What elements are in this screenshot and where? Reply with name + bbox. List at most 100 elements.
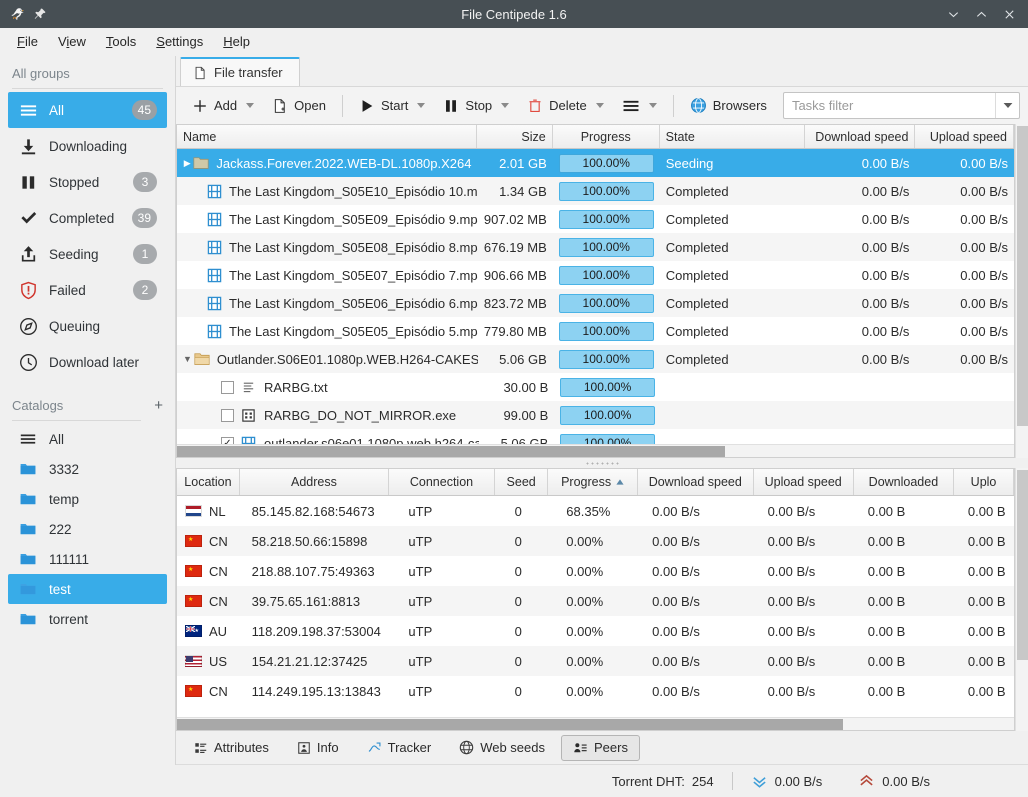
- expand-collapse-icon[interactable]: ▶: [183, 158, 191, 169]
- delete-button[interactable]: Delete: [519, 92, 612, 120]
- sidebar-item-seeding[interactable]: Seeding 1: [8, 236, 167, 272]
- column-header-progress-label: Progress: [561, 475, 612, 489]
- menu-tools[interactable]: Tools: [97, 30, 145, 53]
- menu-settings[interactable]: Settings: [147, 30, 212, 53]
- scrollbar-thumb[interactable]: [177, 719, 843, 730]
- expand-collapse-icon[interactable]: ▼: [183, 354, 192, 364]
- table-row[interactable]: ★ CN 114.249.195.13:13843 uTP 0 0.00% 0.…: [177, 676, 1014, 706]
- add-catalog-button[interactable]: +: [154, 398, 163, 413]
- tab-tracker[interactable]: Tracker: [355, 735, 444, 761]
- stop-button[interactable]: Stop: [435, 92, 517, 120]
- sidebar-item-all[interactable]: All 45: [8, 92, 167, 128]
- column-header-downloaded[interactable]: Downloaded: [854, 469, 955, 495]
- maximize-button[interactable]: [968, 2, 994, 26]
- column-header-location[interactable]: Location: [177, 469, 240, 495]
- table-row[interactable]: ★ CN 39.75.65.161:8813 uTP 0 0.00% 0.00 …: [177, 586, 1014, 616]
- column-header-download-speed[interactable]: Download speed: [638, 469, 754, 495]
- table-row[interactable]: US 154.21.21.12:37425 uTP 0 0.00% 0.00 B…: [177, 646, 1014, 676]
- table-row[interactable]: RARBG_DO_NOT_MIRROR.exe 99.00 B 100.00%: [177, 401, 1014, 429]
- add-button[interactable]: Add: [184, 92, 262, 120]
- catalog-item-111111[interactable]: 111111: [8, 544, 167, 574]
- peers-horizontal-scrollbar[interactable]: [177, 717, 1014, 730]
- search-input[interactable]: [783, 93, 995, 118]
- catalog-item-3332[interactable]: 3332: [8, 454, 167, 484]
- sidebar-item-downloading[interactable]: Downloading: [8, 128, 167, 164]
- pin-icon[interactable]: [32, 7, 47, 22]
- dht-label: Torrent DHT:: [611, 773, 685, 789]
- table-row[interactable]: RARBG.txt 30.00 B 100.00%: [177, 373, 1014, 401]
- catalog-item-label: torrent: [49, 611, 89, 627]
- more-menu-button[interactable]: [614, 92, 665, 120]
- table-row[interactable]: ★ CN 58.218.50.66:15898 uTP 0 0.00% 0.00…: [177, 526, 1014, 556]
- close-button[interactable]: [996, 2, 1022, 26]
- transfers-table-header: Name Size Progress State Download speed …: [177, 125, 1014, 149]
- peers-vertical-scrollbar[interactable]: [1015, 468, 1028, 731]
- tab-file-transfer[interactable]: File transfer: [180, 57, 300, 86]
- scrollbar-thumb[interactable]: [1017, 470, 1028, 660]
- chevron-down-icon[interactable]: [246, 103, 255, 108]
- column-header-upload-speed[interactable]: Upload speed: [754, 469, 854, 495]
- chevron-down-icon[interactable]: [417, 103, 426, 108]
- scrollbar-thumb[interactable]: [1017, 126, 1028, 426]
- tasks-filter[interactable]: [782, 92, 1020, 119]
- column-header-size[interactable]: Size: [477, 125, 553, 148]
- column-header-seed[interactable]: Seed: [495, 469, 549, 495]
- scrollbar-thumb[interactable]: [177, 446, 725, 457]
- column-header-upload-speed[interactable]: Upload speed: [915, 125, 1014, 148]
- menu-view[interactable]: View: [49, 30, 95, 53]
- catalog-item-test[interactable]: test: [8, 574, 167, 604]
- column-header-uploaded[interactable]: Uplo: [954, 469, 1015, 495]
- column-header-download-speed[interactable]: Download speed: [805, 125, 916, 148]
- table-row[interactable]: The Last Kingdom_S05E06_Episódio 6.mp4 8…: [177, 289, 1014, 317]
- start-button[interactable]: Start: [351, 92, 433, 120]
- menu-help[interactable]: Help: [214, 30, 259, 53]
- catalog-item-222[interactable]: 222: [8, 514, 167, 544]
- table-row[interactable]: ★ CN 218.88.107.75:49363 uTP 0 0.00% 0.0…: [177, 556, 1014, 586]
- tab-peers[interactable]: Peers: [560, 734, 640, 761]
- column-header-address[interactable]: Address: [240, 469, 389, 495]
- chevron-down-icon[interactable]: [648, 103, 657, 108]
- peer-upload-speed: 0.00 B/s: [767, 683, 816, 699]
- table-row[interactable]: ★ AU 118.209.198.37:53004 uTP 0 0.00% 0.…: [177, 616, 1014, 646]
- table-row[interactable]: ▼ Outlander.S06E01.1080p.WEB.H264-CAKES[…: [177, 345, 1014, 373]
- sidebar-item-queuing[interactable]: Queuing: [8, 308, 167, 344]
- minimize-button[interactable]: [940, 2, 966, 26]
- file-checkbox[interactable]: ✓: [221, 436, 234, 444]
- file-checkbox[interactable]: [221, 408, 234, 422]
- chevron-down-icon[interactable]: [501, 103, 510, 108]
- catalog-item-all[interactable]: All: [8, 424, 167, 454]
- menu-file[interactable]: FFileile: [8, 30, 47, 53]
- table-row[interactable]: ✓ outlander.s06e01.1080p.web.h264-ca… 5.…: [177, 429, 1014, 444]
- sidebar-item-failed[interactable]: Failed 2: [8, 272, 167, 308]
- transfers-horizontal-scrollbar[interactable]: [177, 444, 1014, 457]
- sidebar-item-stopped[interactable]: Stopped 3: [8, 164, 167, 200]
- column-header-progress[interactable]: Progress: [548, 469, 638, 495]
- browsers-button[interactable]: Browsers: [682, 92, 775, 120]
- chevron-down-icon[interactable]: [595, 103, 604, 108]
- table-row[interactable]: The Last Kingdom_S05E05_Episódio 5.mp4 7…: [177, 317, 1014, 345]
- column-header-progress[interactable]: Progress: [553, 125, 660, 148]
- catalog-item-temp[interactable]: temp: [8, 484, 167, 514]
- tab-attributes[interactable]: Attributes: [182, 735, 281, 761]
- tab-info[interactable]: Info: [285, 735, 351, 761]
- transfers-vertical-scrollbar[interactable]: [1015, 124, 1028, 458]
- sidebar-item-completed[interactable]: Completed 39: [8, 200, 167, 236]
- seed-count: 0: [514, 533, 522, 549]
- table-row[interactable]: The Last Kingdom_S05E08_Episódio 8.mp4 6…: [177, 233, 1014, 261]
- table-row[interactable]: The Last Kingdom_S05E10_Episódio 10.mp4 …: [177, 177, 1014, 205]
- table-row[interactable]: The Last Kingdom_S05E07_Episódio 7.mp4 9…: [177, 261, 1014, 289]
- flag-cn-icon: ★: [185, 685, 202, 697]
- sidebar-item-download-later[interactable]: Download later: [8, 344, 167, 380]
- column-header-state[interactable]: State: [660, 125, 805, 148]
- file-checkbox[interactable]: [221, 380, 234, 394]
- filter-dropdown-button[interactable]: [995, 93, 1019, 118]
- table-row[interactable]: The Last Kingdom_S05E09_Episódio 9.mp4 9…: [177, 205, 1014, 233]
- table-row[interactable]: ▶ Jackass.Forever.2022.WEB-DL.1080p.X264…: [177, 149, 1014, 177]
- column-header-name[interactable]: Name: [177, 125, 478, 148]
- column-header-connection[interactable]: Connection: [389, 469, 495, 495]
- tab-web-seeds[interactable]: Web seeds: [447, 735, 557, 761]
- catalog-item-torrent[interactable]: torrent: [8, 604, 167, 634]
- table-row[interactable]: NL 85.145.82.168:54673 uTP 0 68.35% 0.00…: [177, 496, 1014, 526]
- open-button[interactable]: Open: [264, 92, 334, 120]
- panel-splitter[interactable]: [176, 458, 1028, 468]
